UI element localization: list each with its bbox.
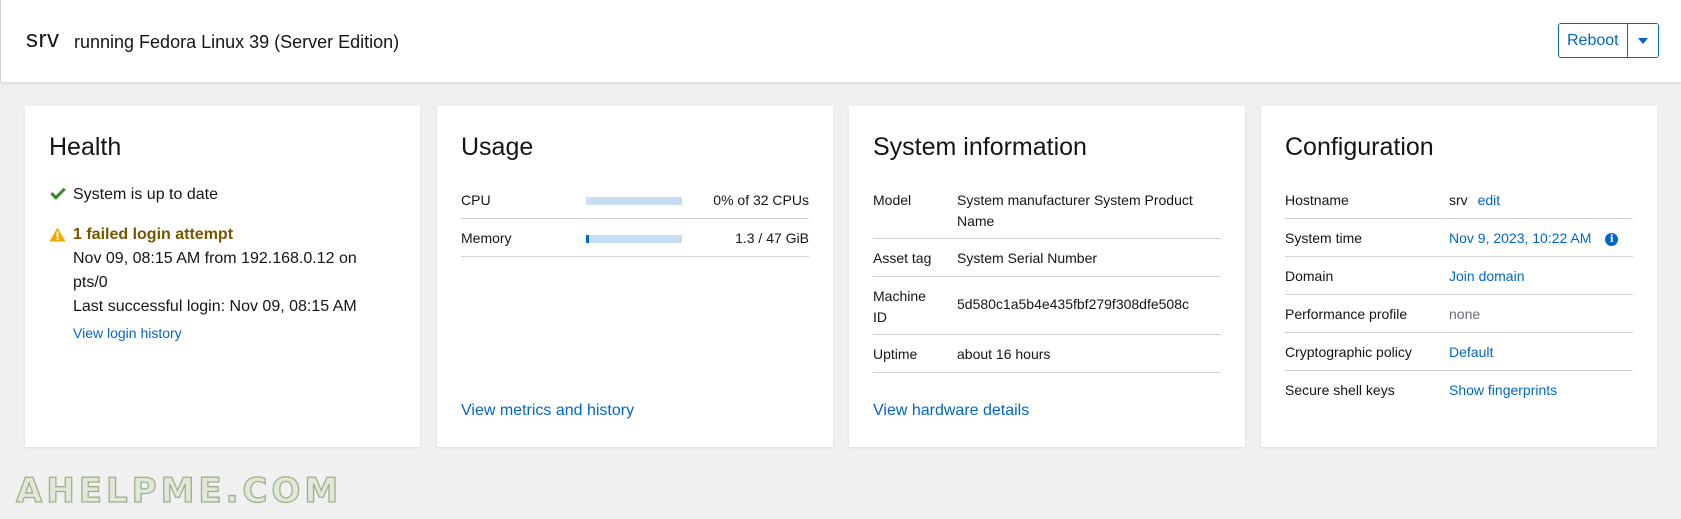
- hostname-label: Hostname: [1285, 192, 1349, 208]
- memory-label: Memory: [461, 230, 512, 246]
- caret-down-icon: [1637, 37, 1648, 44]
- uptime-label: Uptime: [873, 346, 918, 362]
- system-time-label: System time: [1285, 230, 1363, 246]
- memory-usage-fill: [586, 235, 589, 243]
- system-info-title: System information: [873, 133, 1087, 161]
- reboot-button-group: Reboot: [1558, 23, 1659, 58]
- show-fingerprints-link[interactable]: Show fingerprints: [1449, 382, 1557, 398]
- machine-id-row: Machine ID 5d580c1a5b4e435fbf279f308dfe5…: [873, 277, 1221, 335]
- system-time-row: System time Nov 9, 2023, 10:22 AM i: [1285, 219, 1633, 257]
- health-title: Health: [49, 133, 122, 161]
- crypto-policy-row: Cryptographic policy Default: [1285, 333, 1633, 371]
- uptime-value: about 16 hours: [957, 346, 1051, 362]
- ssh-keys-row: Secure shell keys Show fingerprints: [1285, 371, 1633, 409]
- usage-title: Usage: [461, 133, 534, 161]
- failed-login-section: 1 failed login attempt Nov 09, 08:15 AM …: [49, 223, 409, 345]
- model-row: Model System manufacturer System Product…: [873, 181, 1221, 239]
- asset-tag-row: Asset tag System Serial Number: [873, 239, 1221, 277]
- machine-id-label-cont: ID: [873, 309, 887, 325]
- configuration-title: Configuration: [1285, 133, 1434, 161]
- asset-tag-value: System Serial Number: [957, 250, 1098, 266]
- reboot-button[interactable]: Reboot: [1559, 24, 1628, 57]
- join-domain-link[interactable]: Join domain: [1449, 268, 1525, 284]
- performance-profile-row: Performance profile none: [1285, 295, 1633, 333]
- warning-icon: [49, 227, 66, 242]
- view-metrics-link[interactable]: View metrics and history: [461, 402, 634, 420]
- crypto-policy-link[interactable]: Default: [1449, 344, 1493, 360]
- asset-tag-label: Asset tag: [873, 250, 932, 266]
- machine-id-value: 5d580c1a5b4e435fbf279f308dfe508c: [957, 296, 1189, 312]
- os-description: running Fedora Linux 39 (Server Edition): [74, 32, 400, 52]
- view-hardware-link[interactable]: View hardware details: [873, 402, 1029, 420]
- uptime-row: Uptime about 16 hours: [873, 335, 1221, 373]
- cpu-label: CPU: [461, 192, 491, 208]
- performance-profile-label: Performance profile: [1285, 306, 1408, 322]
- machine-id-label: Machine: [873, 288, 926, 304]
- cpu-row: CPU 0% of 32 CPUs: [461, 181, 809, 219]
- failed-login-title: 1 failed login attempt: [73, 226, 234, 243]
- failed-login-detail: Nov 09, 08:15 AM from 192.168.0.12 on: [73, 250, 357, 267]
- model-label: Model: [873, 192, 912, 208]
- ssh-keys-label: Secure shell keys: [1285, 382, 1395, 398]
- hostname-title: srv: [26, 26, 60, 53]
- failed-login-detail-tty: pts/0: [73, 274, 108, 291]
- page-header: srv running Fedora Linux 39 (Server Edit…: [0, 0, 1681, 82]
- model-value-cont: Name: [957, 213, 995, 229]
- memory-value: 1.3 / 47 GiB: [735, 230, 809, 246]
- view-login-history-link[interactable]: View login history: [73, 321, 409, 345]
- memory-row: Memory 1.3 / 47 GiB: [461, 219, 809, 257]
- update-status-text: System is up to date: [73, 186, 218, 203]
- configuration-card: Configuration Hostname srv edit System t…: [1261, 106, 1657, 447]
- checkmark-icon: [50, 184, 66, 200]
- usage-card: Usage CPU 0% of 32 CPUs Memory 1.3 / 47 …: [437, 106, 833, 447]
- last-login-text: Last successful login: Nov 09, 08:15 AM: [73, 298, 357, 315]
- cpu-usage-bar: [586, 197, 682, 205]
- memory-usage-bar: [586, 235, 682, 243]
- reboot-options-toggle[interactable]: [1627, 24, 1658, 57]
- hostname-edit-link[interactable]: edit: [1478, 192, 1501, 208]
- domain-row: Domain Join domain: [1285, 257, 1633, 295]
- update-status: System is up to date: [49, 183, 218, 207]
- model-value: System manufacturer System Product: [957, 192, 1193, 208]
- domain-label: Domain: [1285, 268, 1334, 284]
- info-icon[interactable]: i: [1605, 233, 1619, 246]
- health-card: Health System is up to date 1 failed log…: [25, 106, 420, 447]
- cpu-value: 0% of 32 CPUs: [713, 192, 809, 208]
- hostname-value: srv: [1449, 192, 1468, 208]
- watermark: AHELPME.COM: [15, 470, 343, 511]
- performance-profile-value[interactable]: none: [1449, 306, 1480, 322]
- hostname-row: Hostname srv edit: [1285, 181, 1633, 219]
- crypto-policy-label: Cryptographic policy: [1285, 344, 1412, 360]
- system-info-card: System information Model System manufact…: [849, 106, 1245, 447]
- system-time-link[interactable]: Nov 9, 2023, 10:22 AM: [1449, 230, 1591, 246]
